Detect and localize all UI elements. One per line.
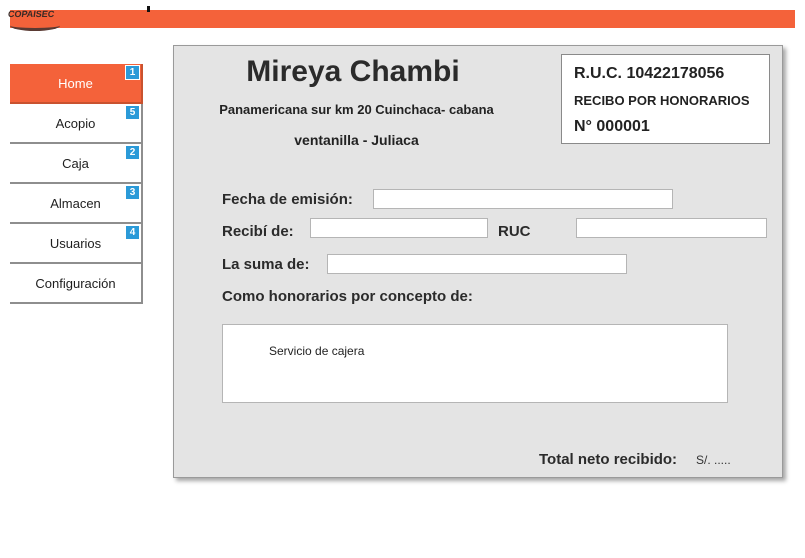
ruc-input[interactable]: [576, 218, 767, 238]
suma-input[interactable]: [327, 254, 627, 274]
suma-label: La suma de:: [222, 256, 310, 273]
concepto-textarea[interactable]: Servicio de cajera: [222, 324, 728, 403]
concepto-label: Como honorarios por concepto de:: [222, 288, 473, 305]
ruc-number: R.U.C. 10422178056: [574, 65, 725, 82]
sidebar-item-almacen[interactable]: Almacen 3: [10, 184, 143, 224]
fecha-input[interactable]: [373, 189, 673, 209]
sidebar-item-label: Caja: [62, 155, 89, 171]
sidebar-item-label: Almacen: [50, 195, 101, 211]
sidebar-item-label: Home: [58, 75, 93, 91]
receipt-panel: Mireya Chambi Panamericana sur km 20 Cui…: [173, 45, 783, 478]
notification-badge: 2: [125, 145, 140, 160]
document-type: RECIBO POR HONORARIOS: [574, 93, 750, 108]
company-logo[interactable]: COPAISEC: [7, 0, 60, 31]
header-marker: [147, 6, 150, 12]
sidebar-nav: Home 1 Acopio 5 Caja 2 Almacen 3 Usuario…: [10, 64, 143, 304]
top-bar: [10, 10, 795, 28]
notification-badge: 3: [125, 185, 140, 200]
recibi-input[interactable]: [310, 218, 488, 238]
sidebar-item-caja[interactable]: Caja 2: [10, 144, 143, 184]
sidebar-item-label: Acopio: [55, 115, 96, 131]
ruc-field-label: RUC: [498, 223, 531, 240]
total-value: S/. .....: [696, 453, 731, 467]
notification-badge: 4: [125, 225, 140, 240]
concepto-text: Servicio de cajera: [269, 344, 365, 358]
logo-text: COPAISEC: [7, 9, 56, 19]
fecha-label: Fecha de emisión:: [222, 191, 353, 208]
issuer-name: Mireya Chambi: [246, 55, 460, 88]
document-number: N° 000001: [574, 118, 650, 135]
sidebar-item-label: Configuración: [35, 275, 116, 291]
ruc-box: R.U.C. 10422178056 RECIBO POR HONORARIOS…: [561, 54, 770, 144]
issuer-address-line1: Panamericana sur km 20 Cuinchaca- cabana: [219, 102, 494, 117]
issuer-address-line2: ventanilla - Juliaca: [294, 132, 419, 148]
notification-badge: 5: [125, 105, 140, 120]
sidebar-item-acopio[interactable]: Acopio 5: [10, 104, 143, 144]
logo-swoosh: [10, 20, 60, 31]
sidebar-item-configuracion[interactable]: Configuración: [10, 264, 143, 304]
sidebar-item-home[interactable]: Home 1: [10, 64, 143, 104]
sidebar-item-label: Usuarios: [49, 235, 102, 251]
notification-badge: 1: [125, 65, 140, 80]
sidebar-item-usuarios[interactable]: Usuarios 4: [10, 224, 143, 264]
recibi-label: Recibí de:: [222, 223, 294, 240]
total-label: Total neto recibido:: [539, 451, 678, 468]
